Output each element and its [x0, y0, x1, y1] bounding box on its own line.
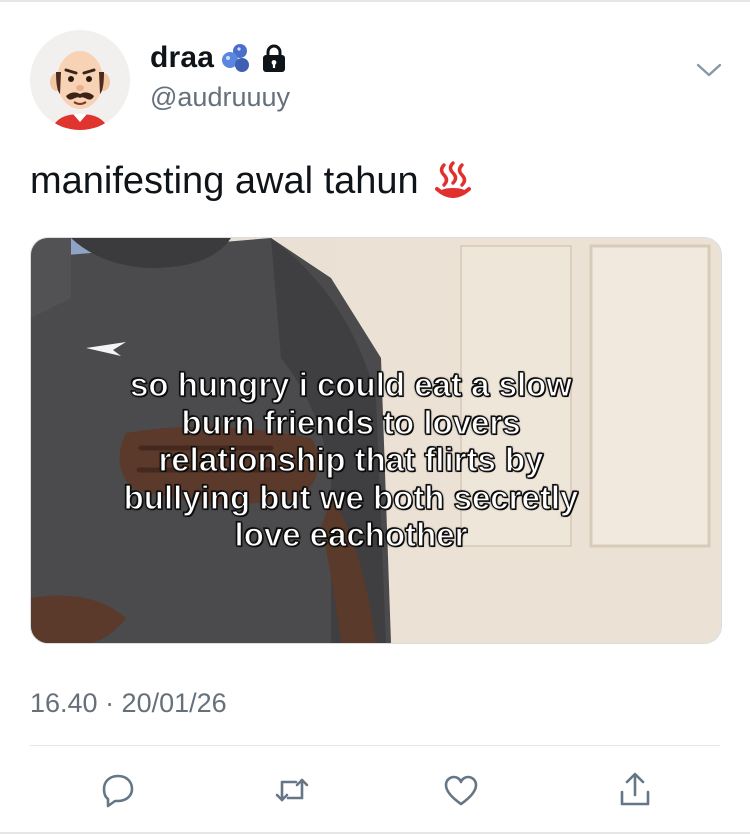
avatar[interactable]	[30, 30, 130, 130]
avatar-face-icon	[50, 51, 110, 130]
action-bar	[0, 766, 750, 814]
like-button[interactable]	[437, 766, 485, 814]
like-icon	[444, 775, 478, 806]
tweet-media[interactable]: so hungry i could eat a slow burn friend…	[30, 237, 722, 644]
hot-springs-icon	[434, 160, 471, 198]
share-icon	[620, 772, 650, 806]
reply-button[interactable]	[94, 766, 142, 814]
tweet-timestamp[interactable]: 16.40 · 20/01/26	[30, 688, 227, 719]
media-caption: so hungry i could eat a slow burn friend…	[123, 365, 579, 554]
divider	[30, 745, 720, 746]
retweet-icon	[275, 778, 309, 802]
share-button[interactable]	[611, 766, 659, 814]
reply-icon	[102, 774, 134, 808]
display-name-row[interactable]: draa	[150, 40, 288, 76]
chevron-down-icon[interactable]	[695, 60, 723, 80]
lock-icon	[263, 44, 286, 72]
user-handle[interactable]: @audruuuy	[150, 82, 290, 113]
display-name[interactable]: draa	[150, 41, 214, 75]
tweet-text: manifesting awal tahun	[30, 160, 419, 202]
top-border	[0, 0, 750, 2]
tweet-text-row: manifesting awal tahun	[30, 160, 473, 203]
blue-sparkles-icon	[222, 44, 250, 72]
retweet-button[interactable]	[268, 766, 316, 814]
